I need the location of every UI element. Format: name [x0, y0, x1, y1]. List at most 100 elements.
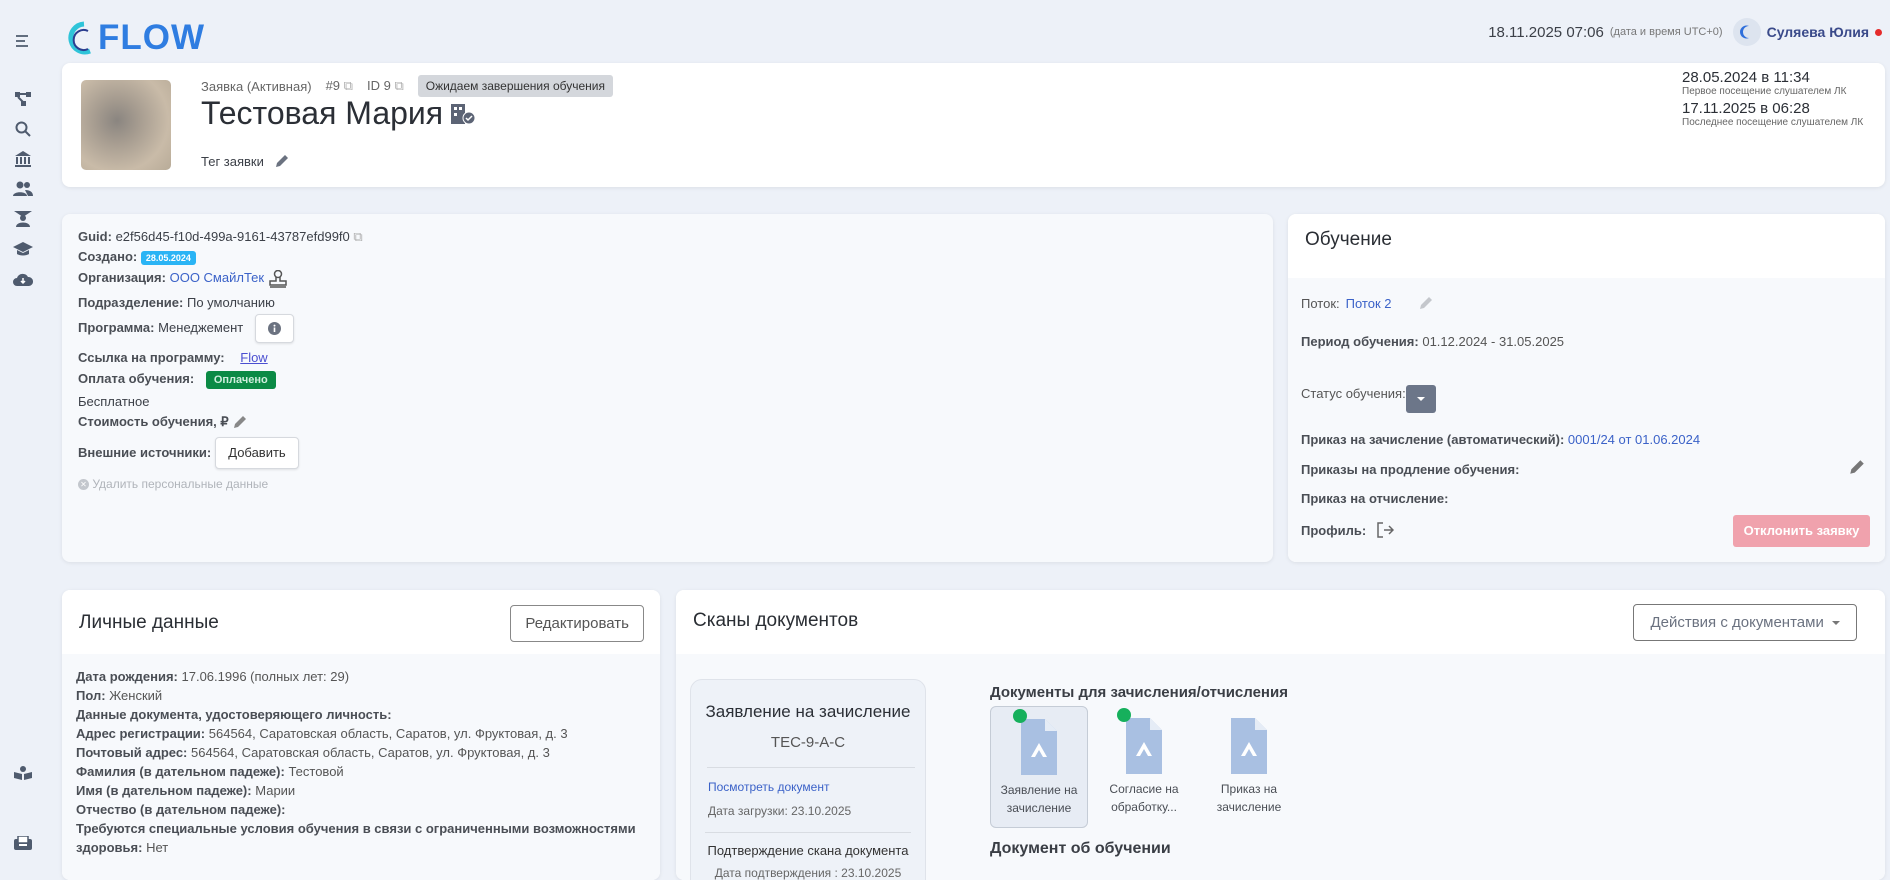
application-id[interactable]: ID 9 ⧉: [367, 78, 404, 94]
caret-down-icon: [1832, 621, 1840, 629]
search-icon[interactable]: [12, 118, 34, 140]
period-label: Период обучения:: [1301, 334, 1419, 349]
field-label: Адрес регистрации:: [76, 726, 206, 741]
dept-label: Подразделение:: [78, 294, 184, 310]
online-status-dot: [1875, 28, 1882, 36]
teacher-icon[interactable]: [12, 208, 34, 230]
edit-extension-icon[interactable]: [1848, 458, 1866, 476]
personal-data-row: Дата рождения: 17.06.1996 (полных лет: 2…: [76, 667, 646, 686]
document-label: Согласие на обработку...: [1109, 782, 1179, 814]
personal-data-row: Почтовый адрес: 564564, Саратовская обла…: [76, 743, 646, 762]
field-label: Пол:: [76, 688, 106, 703]
bank-icon[interactable]: [12, 148, 34, 170]
close-circle-icon: ✕: [78, 478, 89, 490]
stamp-icon[interactable]: [268, 269, 288, 288]
document-actions-dropdown[interactable]: Действия с документами: [1633, 604, 1857, 641]
dept-value: По умолчанию: [186, 294, 275, 310]
external-sources-label: Внешние источники:: [78, 444, 212, 460]
training-status-dropdown[interactable]: [1405, 385, 1436, 413]
enroll-docs-heading: Документы для зачисления/отчисления: [990, 684, 1288, 701]
edit-stream-icon[interactable]: [1418, 295, 1434, 311]
menu-icon[interactable]: [12, 30, 34, 52]
user-name[interactable]: Суляева Юлия: [1767, 24, 1869, 40]
copy-icon[interactable]: ⧉: [344, 78, 353, 93]
field-value: 564564, Саратовская область, Саратов, ул…: [208, 726, 568, 741]
field-value: 564564, Саратовская область, Саратов, ул…: [191, 745, 550, 760]
program-value: Менеджемент: [158, 320, 244, 336]
document-tile[interactable]: Заявление на зачисление: [990, 706, 1088, 828]
sign-out-icon[interactable]: [1376, 521, 1395, 539]
application-number[interactable]: #9 ⧉: [326, 78, 353, 94]
logo-text: FLOW: [98, 18, 206, 57]
edit-personal-button[interactable]: Редактировать: [510, 605, 644, 642]
program-link[interactable]: Flow: [240, 350, 267, 365]
caret-down-icon: [1416, 397, 1425, 405]
stream-label: Поток:: [1301, 295, 1340, 311]
document-tile[interactable]: Приказ на зачисление: [1200, 706, 1298, 828]
delete-personal-data-link[interactable]: ✕ Удалить персональные данные: [78, 475, 1257, 493]
document-tile[interactable]: Согласие на обработку...: [1095, 706, 1193, 828]
cost-label: Стоимость обучения, ₽: [78, 413, 229, 429]
copy-icon[interactable]: ⧉: [394, 78, 403, 93]
pdf-file-icon: [1126, 718, 1162, 774]
theme-toggle[interactable]: [1732, 18, 1761, 46]
copy-guid-icon[interactable]: ⧉: [353, 229, 362, 244]
enroll-order-link[interactable]: 0001/24 от 01.06.2024: [1568, 432, 1700, 447]
graduation-cap-icon[interactable]: [12, 238, 34, 260]
field-label: Отчество (в дательном падеже):: [76, 802, 286, 817]
edit-tag-icon[interactable]: [274, 153, 290, 169]
current-datetime: 18.11.2025 07:06: [1488, 23, 1604, 41]
payment-label: Оплата обучения:: [78, 370, 195, 386]
field-value: Нет: [146, 840, 169, 855]
application-header-card: Заявка (Активная) #9 ⧉ ID 9 ⧉ Ожидаем за…: [62, 63, 1885, 187]
payment-type: Бесплатное: [78, 393, 150, 409]
application-info-card: Guid: e2f56d45-f10d-499a-9161-43787efd99…: [62, 214, 1273, 562]
personal-data-row: Данные документа, удостоверяющего личнос…: [76, 705, 646, 724]
personal-data-row: Имя (в дательном падеже): Марии: [76, 781, 646, 800]
uploaded-indicator: [1117, 708, 1131, 722]
reject-application-button[interactable]: Отклонить заявку: [1733, 515, 1870, 547]
last-visit-label: Последнее посещение слушателем ЛК: [1682, 117, 1864, 128]
tag-label: Тег заявки: [201, 153, 264, 169]
status-badge: Ожидаем завершения обучения: [417, 75, 613, 97]
organization-verified-icon: [451, 103, 476, 124]
field-label: Фамилия (в дательном падеже):: [76, 764, 285, 779]
cloud-download-icon[interactable]: [12, 268, 34, 290]
first-visit-date: 28.05.2024 в 11:34: [1682, 69, 1810, 86]
field-label: Дата рождения:: [76, 669, 178, 684]
field-value: 17.06.1996 (полных лет: 29): [181, 669, 350, 684]
program-info-button[interactable]: [255, 313, 295, 343]
personal-data-row: Фамилия (в дательном падеже): Тестовой: [76, 762, 646, 781]
field-value: Тестовой: [288, 764, 344, 779]
reader-icon[interactable]: [12, 762, 34, 784]
training-title: Обучение: [1288, 214, 1885, 278]
uploaded-indicator: [1013, 709, 1027, 723]
org-link[interactable]: ООО СмайлТек: [170, 270, 264, 285]
personal-data-row: Отчество (в дательном падеже):: [76, 800, 646, 819]
confirmation-date: Дата подтверждения : 23.10.2025: [714, 866, 902, 880]
users-icon[interactable]: [12, 178, 34, 200]
selected-document-title: Заявление на зачисление: [705, 702, 911, 721]
personal-data-row: Пол: Женский: [76, 686, 646, 705]
stream-link[interactable]: Поток 2: [1346, 296, 1392, 311]
training-status-label: Статус обучения:: [1301, 385, 1406, 401]
add-external-source-button[interactable]: Добавить: [215, 436, 299, 469]
inbox-icon[interactable]: [12, 832, 34, 854]
personal-data-card: Личные данные Редактировать Дата рождени…: [62, 590, 660, 880]
personal-data-row: Требуются специальные условия обучения в…: [76, 819, 646, 857]
profile-label: Профиль:: [1301, 522, 1367, 538]
last-visit-date: 17.11.2025 в 06:28: [1682, 100, 1810, 117]
sitemap-icon[interactable]: [12, 88, 34, 110]
selected-document-panel: Заявление на зачисление ТЕС-9-А-С Посмот…: [690, 679, 926, 880]
view-document-link[interactable]: Посмотреть документ: [708, 780, 925, 794]
document-scans-card: Сканы документов Действия с документами …: [676, 590, 1885, 880]
program-label: Программа:: [78, 320, 155, 336]
education-doc-heading: Документ об обучении: [990, 840, 1171, 857]
document-code: ТЕС-9-А-С: [770, 734, 846, 751]
edit-cost-icon[interactable]: [232, 414, 248, 430]
info-icon: [268, 321, 282, 335]
pdf-file-icon: [1231, 718, 1267, 774]
logo[interactable]: FLOW: [62, 18, 205, 58]
field-value: Марии: [255, 783, 296, 798]
extension-orders-label: Приказы на продление обучения:: [1301, 462, 1520, 477]
